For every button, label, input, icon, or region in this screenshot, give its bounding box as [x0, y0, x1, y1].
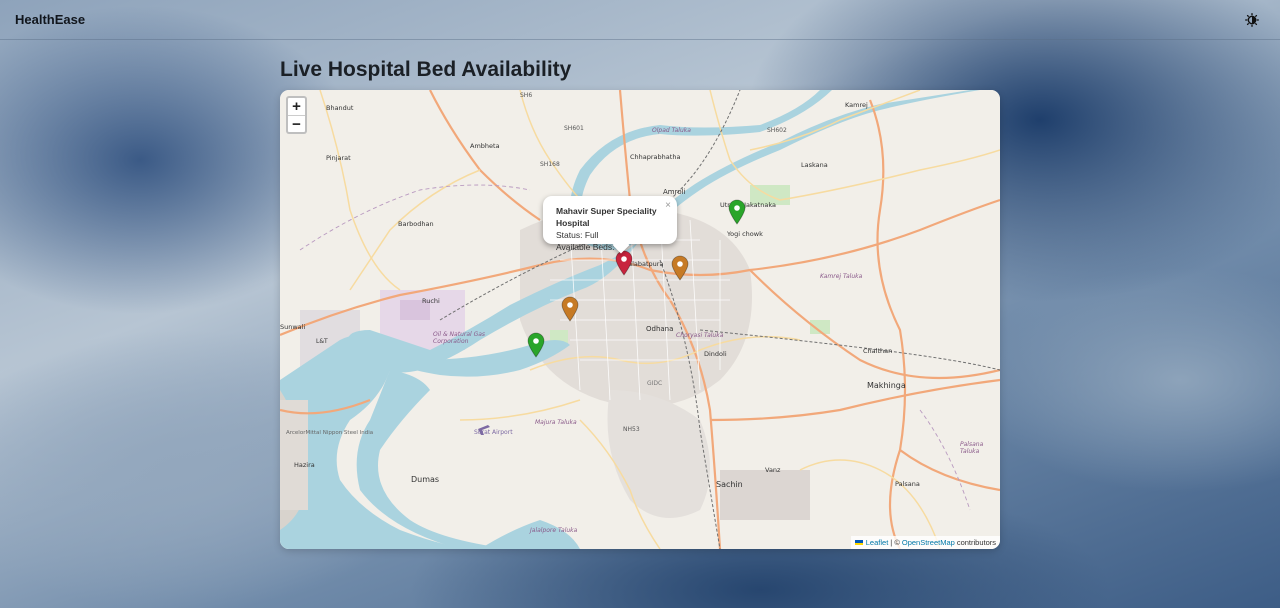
map-place-label: Chalthan — [863, 347, 893, 355]
map-place-label: SH6 — [520, 92, 533, 99]
map-place-label: Surat Airport — [474, 429, 513, 436]
zoom-out-button[interactable]: − — [288, 115, 305, 133]
map-place-label: Yogi chowk — [727, 230, 763, 238]
map-place-label: NH53 — [623, 426, 640, 433]
map-place-label: SH602 — [767, 127, 787, 134]
map-attribution: Leaflet | © OpenStreetMap contributors — [850, 536, 1000, 549]
ukraine-flag-icon — [854, 540, 863, 545]
map-place-label: Pinjarat — [326, 154, 351, 162]
brand-logo[interactable]: HealthEase — [15, 12, 85, 27]
map-place-label: Laskana — [801, 161, 828, 169]
zoom-in-button[interactable]: + — [288, 98, 305, 115]
map-place-label: GIDC — [647, 380, 663, 387]
map-place-label: Makhinga — [867, 381, 906, 390]
map-place-label: Kamrej — [845, 101, 868, 109]
map-place-label: ArcelorMittal Nippon Steel India — [286, 430, 374, 436]
map-place-label: Oil & Natural Gas Corporation — [433, 331, 486, 345]
attribution-suffix: contributors — [956, 538, 996, 547]
hospital-map[interactable]: Bhandut Ambheta Pinjarat Barbodhan Ruchi Sunw… — [280, 90, 1000, 549]
map-place-label: Odhana — [646, 325, 674, 333]
map-place-label: Choryasi Taluka — [676, 332, 724, 339]
hospital-marker-icon[interactable] — [561, 296, 579, 322]
map-place-label: Amroli — [663, 188, 686, 196]
map-place-label: Dumas — [411, 475, 440, 484]
hospital-marker-icon[interactable] — [527, 332, 545, 358]
map-place-label: Dindoli — [704, 350, 727, 358]
map-place-label: Barbodhan — [398, 220, 434, 228]
map-place-label: Hazira — [294, 461, 315, 469]
top-navbar: HealthEase — [0, 0, 1280, 40]
attribution-separator: | © — [890, 538, 900, 547]
map-place-label: SH601 — [564, 125, 584, 132]
brightness-icon[interactable] — [1244, 12, 1260, 28]
popup-hospital-name: Mahavir Super Speciality Hospital — [556, 206, 657, 228]
map-place-label: Ambheta — [470, 142, 500, 150]
map-place-label: Bhandut — [326, 104, 354, 112]
openstreetmap-link[interactable]: OpenStreetMap — [902, 536, 955, 549]
map-place-label: Kamrej Taluka — [820, 273, 863, 280]
map-place-label: Chhaprabhatha — [630, 153, 681, 161]
map-place-label: SH168 — [540, 161, 560, 168]
map-place-label: Sunwali — [280, 323, 306, 331]
map-place-label: Olpad Taluka — [652, 127, 691, 134]
map-place-label: Vanz — [765, 466, 781, 474]
hospital-marker-icon[interactable] — [728, 199, 746, 225]
map-place-label: L&T — [316, 338, 328, 345]
map-place-label: Ruchi — [422, 297, 440, 305]
map-place-label: Sachin — [716, 480, 743, 489]
hospital-popup: × Mahavir Super Speciality Hospital Stat… — [543, 196, 677, 254]
map-place-label: Palsana Taluka — [960, 441, 984, 455]
map-place-label: Jalalpore Taluka — [530, 527, 578, 534]
map-place-label: Majura Taluka — [535, 419, 577, 426]
page-title: Live Hospital Bed Availability — [280, 58, 572, 81]
map-place-label: Palsana — [895, 480, 920, 488]
hospital-marker-icon[interactable] — [671, 255, 689, 281]
zoom-control: + − — [286, 96, 307, 134]
leaflet-link[interactable]: Leaflet — [866, 536, 889, 549]
hospital-marker-icon[interactable] — [615, 250, 633, 276]
